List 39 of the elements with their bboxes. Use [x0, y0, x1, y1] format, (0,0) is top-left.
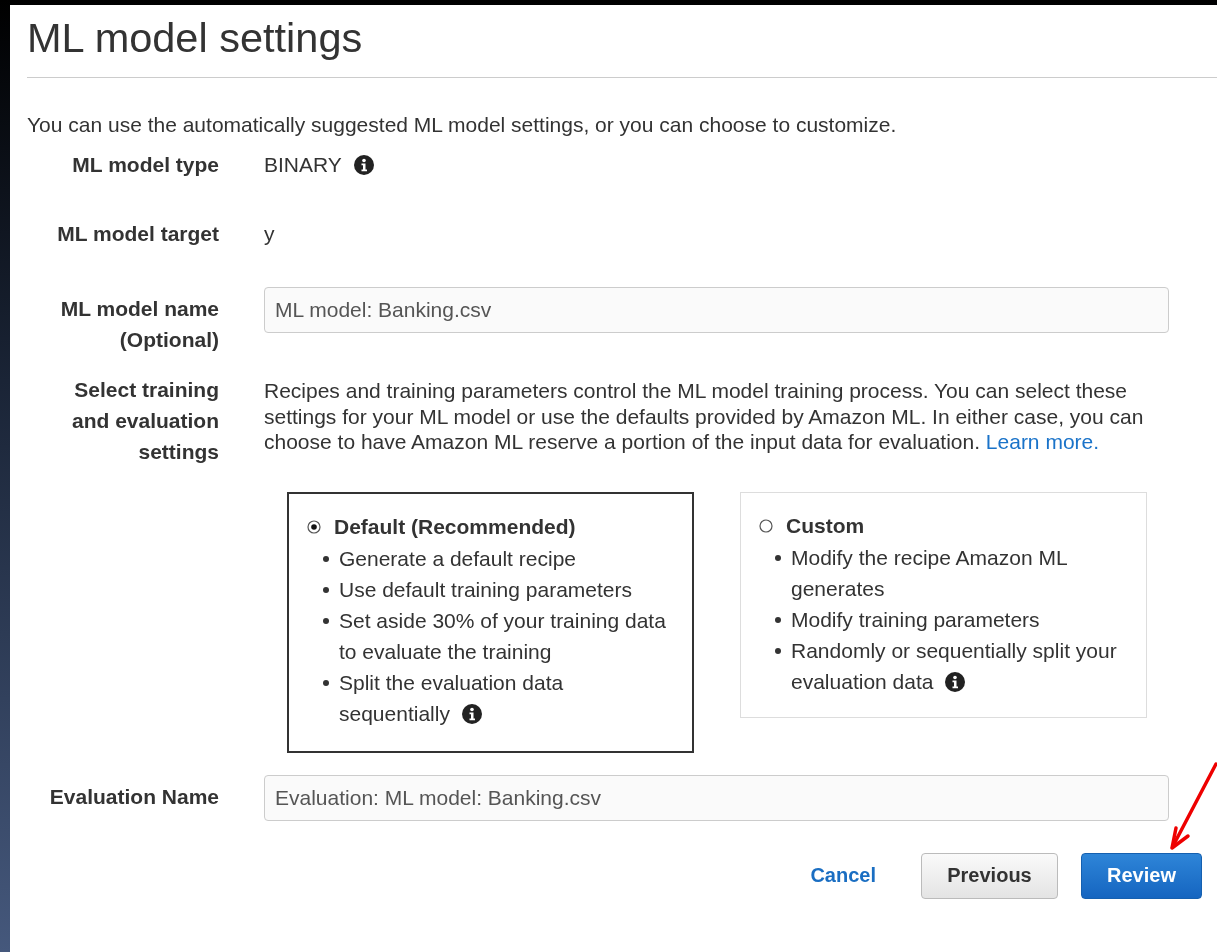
field-label: Evaluation Name: [48, 783, 219, 810]
learn-more-link[interactable]: Learn more.: [985, 430, 1100, 453]
bullet-icon: [775, 647, 781, 654]
option-card[interactable]: Default (Recommended) Generate a default recipe Use default training parameters Set aside 30% of your training data to evaluate the training Split the evaluation data sequentially: [287, 491, 694, 753]
bullet-text: Split the evaluation data sequentially: [339, 669, 565, 727]
bullet-text: Randomly or sequentially split your evaluation data: [791, 637, 1118, 695]
description-text: Recipes and training parameters control the ML model training process. You can select these settings for your ML model or use the defaults provided by Amazon ML. In either case, you can choose to have Amazon ML reserve a portion of the input data for evaluation. Learn more.: [264, 378, 1145, 455]
bullet-text: Generate a default recipe: [339, 545, 576, 572]
bullet-text: Use default training parameters: [339, 576, 632, 603]
info-icon[interactable]: [353, 154, 374, 175]
previous-button[interactable]: Previous: [921, 852, 1058, 899]
intro-text: You can use the automatically suggested ML model settings, or you can choose to customize.: [27, 114, 897, 136]
option-card[interactable]: Custom Modify the recipe Amazon ML generates Modify training parameters Randomly or sequentially split your evaluation data: [740, 491, 1147, 718]
text-input[interactable]: Evaluation: ML model: Banking.csv: [264, 774, 1169, 821]
field-value: BINARY: [264, 152, 342, 177]
bullet-icon: [323, 679, 329, 686]
field-label: ML model type: [71, 152, 219, 178]
text-input[interactable]: ML model: Banking.csv: [264, 287, 1169, 333]
page-title: ML model settings: [27, 13, 363, 59]
field-label: Select training and evaluation settings: [70, 377, 219, 465]
radio-button[interactable]: [307, 520, 321, 534]
bullet-text: Modify the recipe Amazon ML generates: [791, 544, 1068, 602]
option-title: Default (Recommended): [334, 515, 576, 539]
bullet-icon: [775, 554, 781, 561]
field-label: ML model name (Optional): [59, 296, 219, 353]
bullet-icon: [323, 586, 329, 593]
cancel-link[interactable]: Cancel: [810, 864, 876, 887]
field-label: ML model target: [56, 221, 219, 247]
info-icon[interactable]: [461, 703, 482, 724]
radio-button[interactable]: [759, 519, 773, 533]
bullet-text: Modify training parameters: [791, 606, 1040, 633]
info-icon[interactable]: [945, 671, 966, 692]
field-value: y: [264, 221, 275, 246]
bullet-icon: [323, 555, 329, 562]
bullet-text: Set aside 30% of your training data to evaluate the training: [339, 607, 667, 665]
bullet-icon: [323, 617, 329, 624]
option-title: Custom: [786, 514, 865, 538]
review-button[interactable]: Review: [1081, 852, 1202, 899]
bullet-icon: [775, 616, 781, 623]
